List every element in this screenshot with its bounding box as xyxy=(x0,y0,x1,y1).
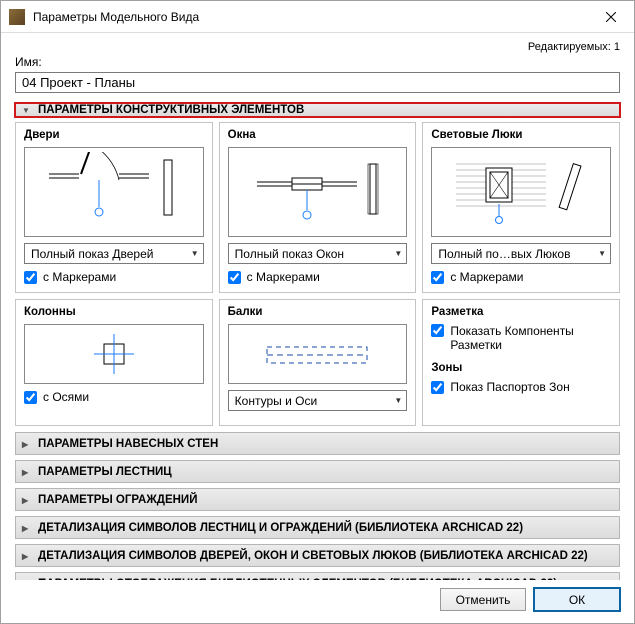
grid-top: Двери Полный показ Двере xyxy=(15,122,620,293)
door-icon xyxy=(39,152,189,232)
window-title: Параметры Модельного Вида xyxy=(33,10,588,24)
preview-beams xyxy=(228,324,408,384)
section-structural[interactable]: ПАРАМЕТРЫ КОНСТРУКТИВНЫХ ЭЛЕМЕНТОВ xyxy=(15,103,620,117)
section-label: ПАРАМЕТРЫ ЛЕСТНИЦ xyxy=(38,466,172,478)
panel-doors: Двери Полный показ Двере xyxy=(15,122,213,293)
column-icon xyxy=(74,329,154,379)
check-windows-markers-label: с Маркерами xyxy=(247,270,320,284)
name-input[interactable] xyxy=(15,72,620,93)
check-doors-markers[interactable]: с Маркерами xyxy=(24,270,204,284)
panel-columns: Колонны с Осями xyxy=(15,299,213,426)
chevron-right-icon xyxy=(22,494,32,506)
grid-bottom: Колонны с Осями Балки xyxy=(15,299,620,426)
panel-beams: Балки Контуры и Оси ▼ xyxy=(219,299,417,426)
preview-windows xyxy=(228,147,408,237)
section-library-display[interactable]: ПАРАМЕТРЫ ОТОБРАЖЕНИЯ БИБЛИОТЕЧНЫХ ЭЛЕМЕ… xyxy=(15,572,620,580)
check-layout-components[interactable]: Показать Компоненты Разметки xyxy=(431,324,611,352)
chevron-down-icon: ▼ xyxy=(191,249,199,258)
titlebar: Параметры Модельного Вида xyxy=(1,1,634,33)
ok-button[interactable]: ОК xyxy=(534,588,620,611)
check-zones-passports-box[interactable] xyxy=(431,381,444,394)
combo-doors-value: Полный показ Дверей xyxy=(31,247,153,261)
section-label: ДЕТАЛИЗАЦИЯ СИМВОЛОВ ДВЕРЕЙ, ОКОН И СВЕТ… xyxy=(38,550,588,562)
ok-button-label: ОК xyxy=(569,593,585,607)
close-icon xyxy=(606,12,616,22)
check-doors-markers-box[interactable] xyxy=(24,271,37,284)
panel-layout: Разметка Показать Компоненты Разметки Зо… xyxy=(422,299,620,426)
check-columns-axes[interactable]: с Осями xyxy=(24,390,204,404)
section-label: ДЕТАЛИЗАЦИЯ СИМВОЛОВ ЛЕСТНИЦ И ОГРАЖДЕНИ… xyxy=(38,522,523,534)
check-skylights-markers-box[interactable] xyxy=(431,271,444,284)
combo-skylights-value: Полный по…вых Люков xyxy=(438,247,570,261)
chevron-right-icon xyxy=(22,438,32,450)
collapsed-sections: ПАРАМЕТРЫ НАВЕСНЫХ СТЕН ПАРАМЕТРЫ ЛЕСТНИ… xyxy=(15,432,620,580)
content-area: Редактируемых: 1 Имя: ПАРАМЕТРЫ КОНСТРУК… xyxy=(1,33,634,580)
check-skylights-markers[interactable]: с Маркерами xyxy=(431,270,611,284)
panel-windows: Окна Полный xyxy=(219,122,417,293)
check-skylights-markers-label: с Маркерами xyxy=(450,270,523,284)
section-railings[interactable]: ПАРАМЕТРЫ ОГРАЖДЕНИЙ xyxy=(15,488,620,511)
app-icon xyxy=(9,9,25,25)
panel-beams-title: Балки xyxy=(228,306,408,318)
preview-columns xyxy=(24,324,204,384)
section-stairs[interactable]: ПАРАМЕТРЫ ЛЕСТНИЦ xyxy=(15,460,620,483)
chevron-right-icon xyxy=(22,466,32,478)
check-columns-axes-label: с Осями xyxy=(43,390,89,404)
check-zones-passports-label: Показ Паспортов Зон xyxy=(450,380,569,394)
check-columns-axes-box[interactable] xyxy=(24,391,37,404)
combo-beams[interactable]: Контуры и Оси ▼ xyxy=(228,390,408,411)
beam-icon xyxy=(247,329,387,379)
panel-skylights: Световые Люки xyxy=(422,122,620,293)
combo-windows[interactable]: Полный показ Окон ▼ xyxy=(228,243,408,264)
cancel-button[interactable]: Отменить xyxy=(440,588,526,611)
skylight-icon xyxy=(446,152,596,232)
close-button[interactable] xyxy=(588,1,634,33)
chevron-right-icon xyxy=(22,522,32,534)
cancel-button-label: Отменить xyxy=(456,593,511,607)
dialog-window: Параметры Модельного Вида Редактируемых:… xyxy=(0,0,635,624)
preview-skylights xyxy=(431,147,611,237)
panel-doors-title: Двери xyxy=(24,129,204,141)
combo-skylights[interactable]: Полный по…вых Люков ▼ xyxy=(431,243,611,264)
combo-windows-value: Полный показ Окон xyxy=(235,247,344,261)
panel-columns-title: Колонны xyxy=(24,306,204,318)
section-door-window-detail[interactable]: ДЕТАЛИЗАЦИЯ СИМВОЛОВ ДВЕРЕЙ, ОКОН И СВЕТ… xyxy=(15,544,620,567)
panel-windows-title: Окна xyxy=(228,129,408,141)
check-windows-markers[interactable]: с Маркерами xyxy=(228,270,408,284)
check-layout-components-box[interactable] xyxy=(431,324,444,337)
panel-skylights-title: Световые Люки xyxy=(431,129,611,141)
check-windows-markers-box[interactable] xyxy=(228,271,241,284)
window-icon xyxy=(242,152,392,232)
combo-beams-value: Контуры и Оси xyxy=(235,394,318,408)
name-label: Имя: xyxy=(15,55,620,69)
chevron-down-icon xyxy=(22,104,32,116)
section-label: ПАРАМЕТРЫ НАВЕСНЫХ СТЕН xyxy=(38,438,218,450)
footer: Отменить ОК xyxy=(1,580,634,623)
edit-count-label: Редактируемых: 1 xyxy=(15,41,620,53)
chevron-right-icon xyxy=(22,550,32,562)
check-zones-passports[interactable]: Показ Паспортов Зон xyxy=(431,380,611,394)
section-curtain-walls[interactable]: ПАРАМЕТРЫ НАВЕСНЫХ СТЕН xyxy=(15,432,620,455)
chevron-down-icon: ▼ xyxy=(394,396,402,405)
combo-doors[interactable]: Полный показ Дверей ▼ xyxy=(24,243,204,264)
chevron-down-icon: ▼ xyxy=(598,249,606,258)
section-stair-railing-detail[interactable]: ДЕТАЛИЗАЦИЯ СИМВОЛОВ ЛЕСТНИЦ И ОГРАЖДЕНИ… xyxy=(15,516,620,539)
section-structural-label: ПАРАМЕТРЫ КОНСТРУКТИВНЫХ ЭЛЕМЕНТОВ xyxy=(38,104,304,116)
check-doors-markers-label: с Маркерами xyxy=(43,270,116,284)
preview-doors xyxy=(24,147,204,237)
panel-layout-title: Разметка xyxy=(431,306,611,318)
check-layout-components-label: Показать Компоненты Разметки xyxy=(450,324,611,352)
chevron-down-icon: ▼ xyxy=(394,249,402,258)
section-label: ПАРАМЕТРЫ ОГРАЖДЕНИЙ xyxy=(38,494,197,506)
panel-zones-title: Зоны xyxy=(431,362,611,374)
